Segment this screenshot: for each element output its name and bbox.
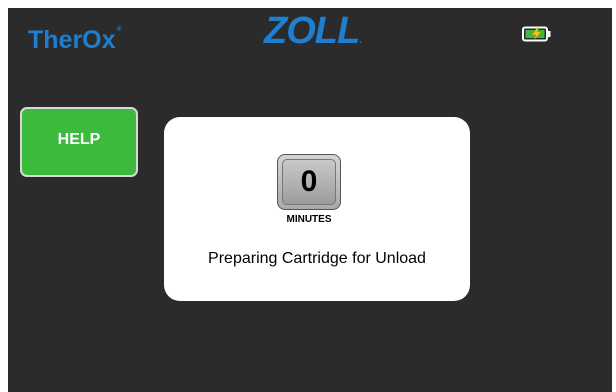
status-card: 0 MINUTES Preparing Cartridge for Unload: [164, 117, 470, 301]
minutes-counter: 0: [277, 154, 341, 210]
minutes-counter-value: 0: [282, 159, 336, 205]
status-message: Preparing Cartridge for Unload: [208, 250, 426, 267]
therox-logo: TherOx®: [28, 26, 122, 55]
help-button-label: HELP: [57, 131, 101, 148]
battery-charging-icon: [522, 26, 551, 42]
therox-logo-text: TherOx: [28, 26, 116, 54]
minutes-label: MINUTES: [286, 214, 332, 225]
help-button[interactable]: HELP: [20, 107, 138, 177]
zoll-logo-mark: .: [359, 35, 361, 45]
device-screen: TherOx® ZOLL. HELP 0 MINUTES Preparing C…: [8, 8, 612, 392]
therox-logo-mark: ®: [116, 26, 122, 33]
zoll-logo-text: ZOLL: [264, 10, 360, 52]
zoll-logo: ZOLL.: [264, 10, 361, 53]
